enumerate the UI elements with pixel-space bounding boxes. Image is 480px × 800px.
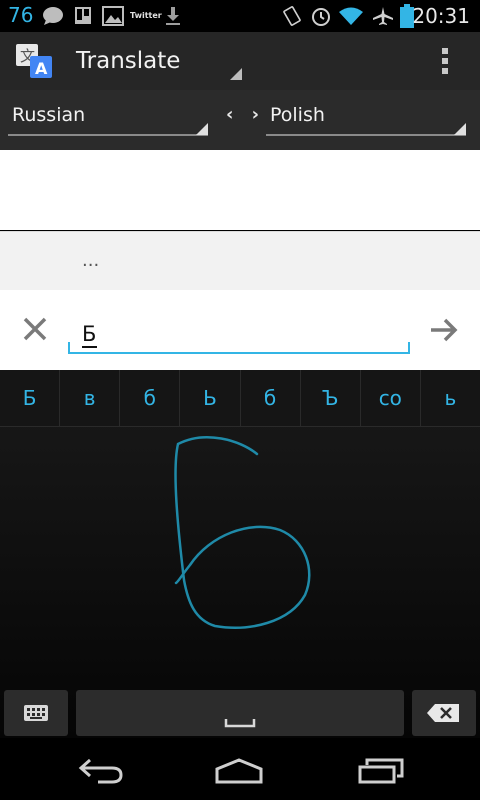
target-language-underline [266, 134, 466, 136]
language-bar: Russian ‹ › Polish [0, 90, 480, 150]
input-underline-right [408, 342, 410, 354]
chat-icon [43, 7, 63, 25]
source-language-spinner[interactable]: Russian [12, 104, 85, 126]
keyboard-icon [24, 705, 48, 721]
space-icon [224, 719, 256, 728]
translate-app-icon[interactable]: 文 A [14, 42, 54, 80]
app-title[interactable]: Translate [76, 48, 180, 74]
svg-text:A: A [35, 59, 48, 78]
action-bar: 文 A Translate [0, 32, 480, 90]
suggestion-area[interactable]: ... [0, 231, 480, 291]
input-row: Б [0, 290, 480, 370]
target-dropdown-icon [454, 123, 466, 135]
source-dropdown-icon [196, 123, 208, 135]
alarm-icon [312, 8, 330, 26]
swap-languages-button[interactable]: ‹ › [226, 104, 265, 125]
recent-apps-icon[interactable] [358, 758, 404, 784]
space-key[interactable] [76, 690, 404, 736]
go-arrow-icon[interactable] [428, 316, 460, 344]
airplane-icon [373, 7, 393, 25]
clock: 20:31 [412, 4, 470, 28]
input-text[interactable]: Б [82, 322, 96, 346]
keyboard-switch-button[interactable] [4, 690, 68, 736]
translation-result-area [0, 150, 480, 230]
backspace-button[interactable] [412, 690, 476, 736]
input-underline-left [68, 342, 70, 354]
source-language-underline [8, 134, 208, 136]
overflow-menu-icon[interactable] [438, 46, 452, 76]
notification-count: 76 [8, 3, 34, 27]
home-icon[interactable] [214, 758, 264, 784]
backspace-icon [427, 704, 459, 722]
title-spinner-icon[interactable] [230, 68, 242, 80]
handwriting-stroke [174, 436, 311, 629]
rotate-icon [283, 6, 301, 26]
twitter-icon: Twitter [130, 11, 162, 20]
back-icon[interactable] [78, 758, 124, 784]
download-icon [166, 7, 180, 25]
target-language-spinner[interactable]: Polish [270, 104, 325, 126]
clear-icon[interactable] [20, 314, 50, 344]
status-bar: 76 Twitter 20:31 [0, 0, 480, 32]
trello-icon [75, 7, 91, 24]
wifi-icon [339, 7, 363, 25]
suggestion-text: ... [82, 250, 100, 271]
image-icon [102, 6, 124, 26]
handwriting-panel[interactable]: Б в б Ь б Ъ со ь [0, 370, 480, 738]
input-underline [68, 352, 410, 354]
navigation-bar [0, 738, 480, 800]
text-cursor [82, 346, 97, 348]
